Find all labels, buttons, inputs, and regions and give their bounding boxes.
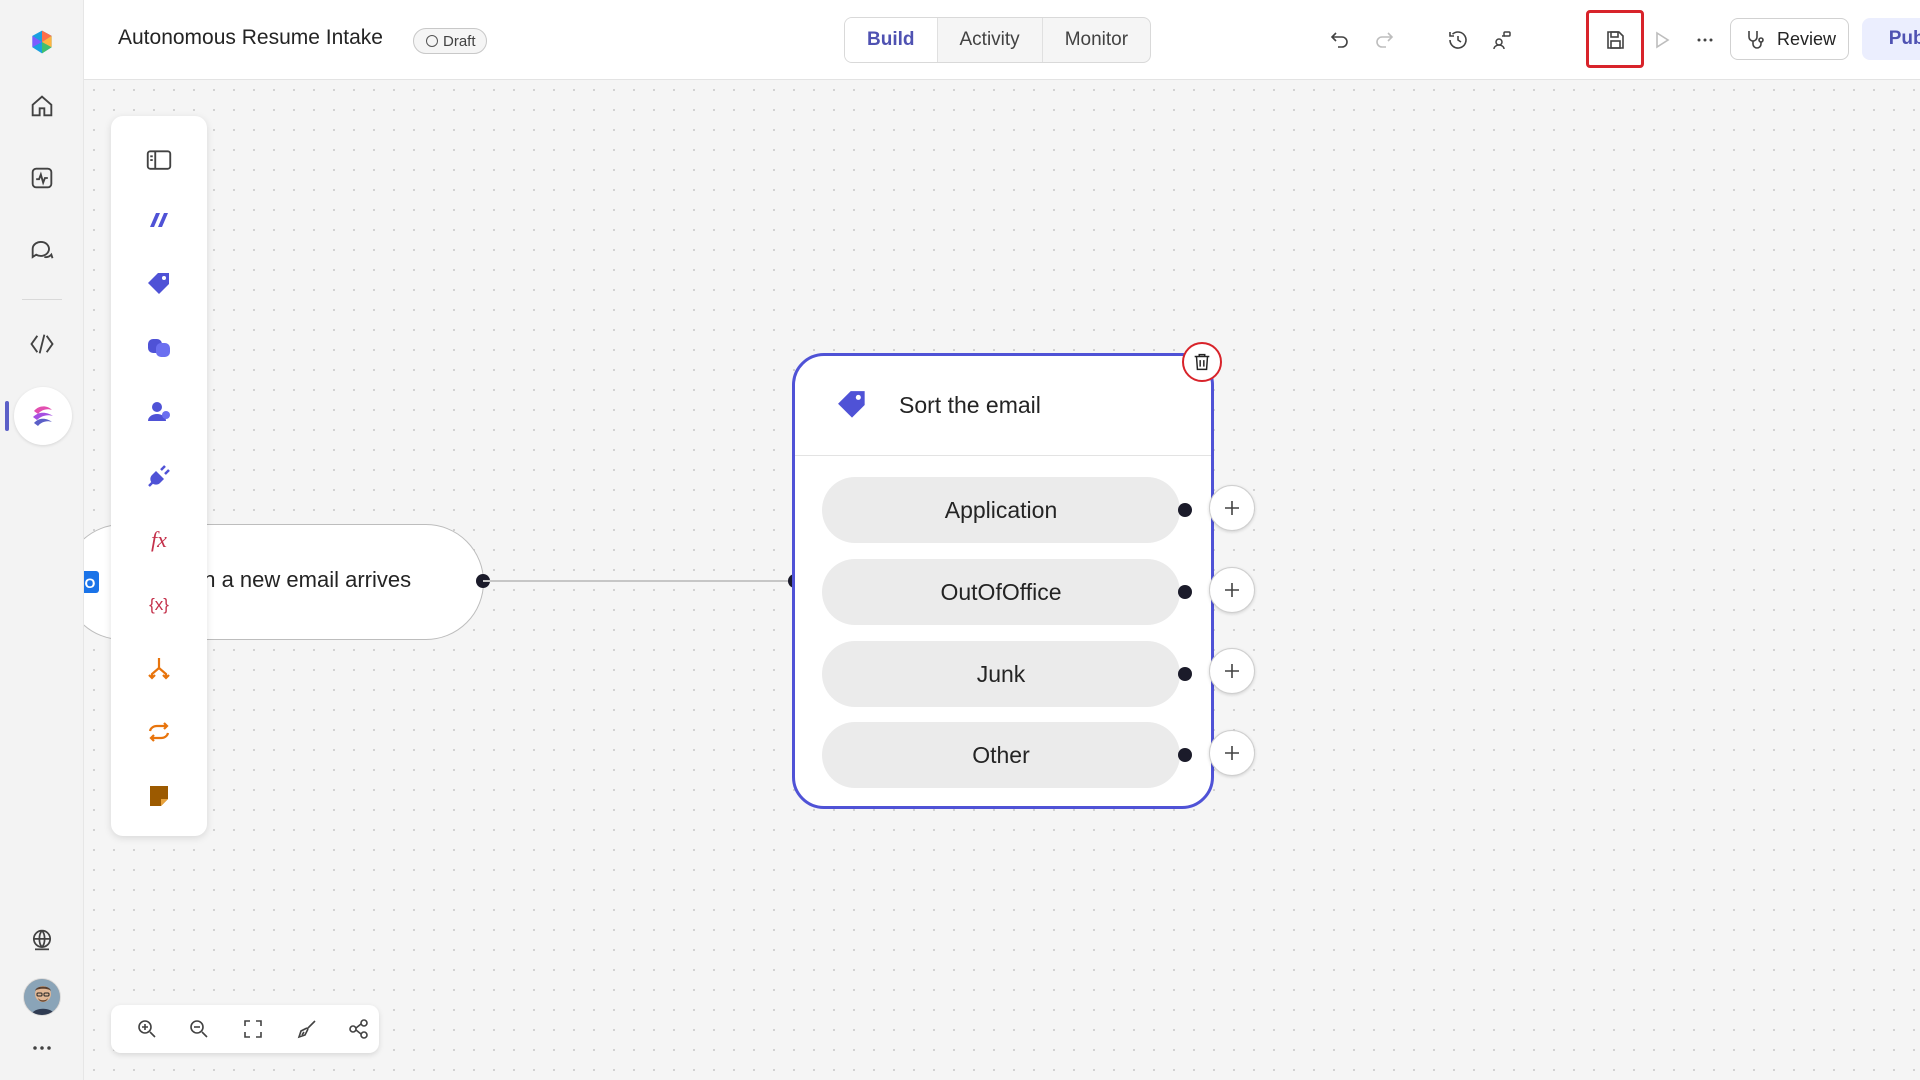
branch-output-port[interactable] (1178, 748, 1192, 762)
svg-text:fx: fx (151, 527, 167, 552)
delete-node-button[interactable] (1182, 342, 1222, 382)
activity-icon[interactable] (14, 150, 70, 206)
condition-branch-icon[interactable] (139, 648, 179, 688)
branch-output-port[interactable] (1178, 503, 1192, 517)
globe-icon[interactable] (14, 912, 70, 968)
connections-icon[interactable] (1484, 22, 1520, 58)
copilot-icon[interactable] (139, 328, 179, 368)
tab-build[interactable]: Build (845, 18, 937, 62)
add-step-button[interactable] (1209, 648, 1255, 694)
rail-separator (22, 299, 62, 300)
plus-icon (1225, 746, 1239, 760)
outlook-icon: O (84, 571, 99, 593)
publish-button[interactable]: Publish (1862, 18, 1920, 60)
node-header: Sort the email (795, 356, 1211, 456)
status-label: Draft (443, 32, 476, 50)
test-play-icon[interactable] (1644, 22, 1680, 58)
code-icon[interactable] (14, 316, 70, 372)
branch-output-port[interactable] (1178, 585, 1192, 599)
node-palette: fx {x} (111, 116, 207, 836)
app-logo-icon[interactable] (14, 14, 70, 70)
plus-icon (1225, 583, 1239, 597)
classify-tag-icon (838, 391, 865, 418)
zoom-out-icon[interactable] (185, 1015, 213, 1043)
home-icon[interactable] (14, 78, 70, 134)
svg-text:O: O (85, 575, 96, 591)
canvas-toolbar (111, 1005, 379, 1053)
classify-tag-icon[interactable] (139, 264, 179, 304)
undo-icon[interactable] (1322, 22, 1358, 58)
top-bar: Autonomous Resume Intake Draft Build Act… (84, 0, 1920, 80)
svg-text:{x}: {x} (149, 595, 169, 614)
fit-view-icon[interactable] (239, 1015, 267, 1043)
plus-icon (1225, 501, 1239, 515)
view-tabs: Build Activity Monitor (844, 17, 1152, 63)
plus-icon (1225, 664, 1239, 678)
zoom-in-icon[interactable] (133, 1015, 161, 1043)
branch-junk[interactable]: Junk (822, 641, 1180, 707)
branch-application[interactable]: Application (822, 477, 1180, 543)
node-title: Sort the email (899, 392, 1041, 418)
app-rail (0, 0, 84, 1080)
sticky-note-icon[interactable] (139, 776, 179, 816)
add-step-button[interactable] (1209, 730, 1255, 776)
tab-activity[interactable]: Activity (936, 18, 1042, 62)
add-step-button[interactable] (1209, 485, 1255, 531)
branch-outofoffice[interactable]: OutOfOffice (822, 559, 1180, 625)
trigger-label: en a new email arrives (191, 567, 412, 592)
tidy-up-broom-icon[interactable] (293, 1015, 321, 1043)
flows-icon[interactable] (14, 387, 72, 445)
panel-toggle-icon[interactable] (139, 140, 179, 180)
branch-other[interactable]: Other (822, 722, 1180, 788)
add-step-button[interactable] (1209, 567, 1255, 613)
connector-edge (483, 580, 795, 582)
stethoscope-icon (1748, 31, 1764, 49)
function-fx-icon[interactable]: fx (139, 520, 179, 560)
history-icon[interactable] (1440, 22, 1476, 58)
more-icon[interactable] (14, 1020, 70, 1076)
review-button[interactable]: Review (1730, 18, 1850, 60)
rail-active-indicator (5, 401, 9, 431)
status-badge: Draft (413, 28, 487, 54)
chat-icon[interactable] (14, 222, 70, 278)
save-highlight-box (1586, 10, 1644, 68)
variable-icon[interactable]: {x} (139, 584, 179, 624)
draft-circle-icon (426, 35, 438, 47)
redo-icon[interactable] (1366, 22, 1402, 58)
trash-icon (1194, 353, 1210, 371)
page-title: Autonomous Resume Intake (118, 26, 383, 49)
loop-icon[interactable] (139, 712, 179, 752)
human-review-icon[interactable] (139, 392, 179, 432)
tab-monitor[interactable]: Monitor (1041, 18, 1150, 62)
connector-plug-icon[interactable] (139, 456, 179, 496)
agent-icon[interactable] (139, 200, 179, 240)
more-options-icon[interactable] (1687, 22, 1723, 58)
branch-output-port[interactable] (1178, 667, 1192, 681)
minimap-icon[interactable] (345, 1015, 373, 1043)
review-label: Review (1777, 28, 1837, 49)
flow-canvas[interactable]: O en a new email arrives fx {x} Sort the… (84, 80, 1920, 1080)
sort-email-node[interactable]: Sort the email Application OutOfOffice J… (792, 353, 1214, 809)
avatar[interactable] (23, 978, 61, 1016)
